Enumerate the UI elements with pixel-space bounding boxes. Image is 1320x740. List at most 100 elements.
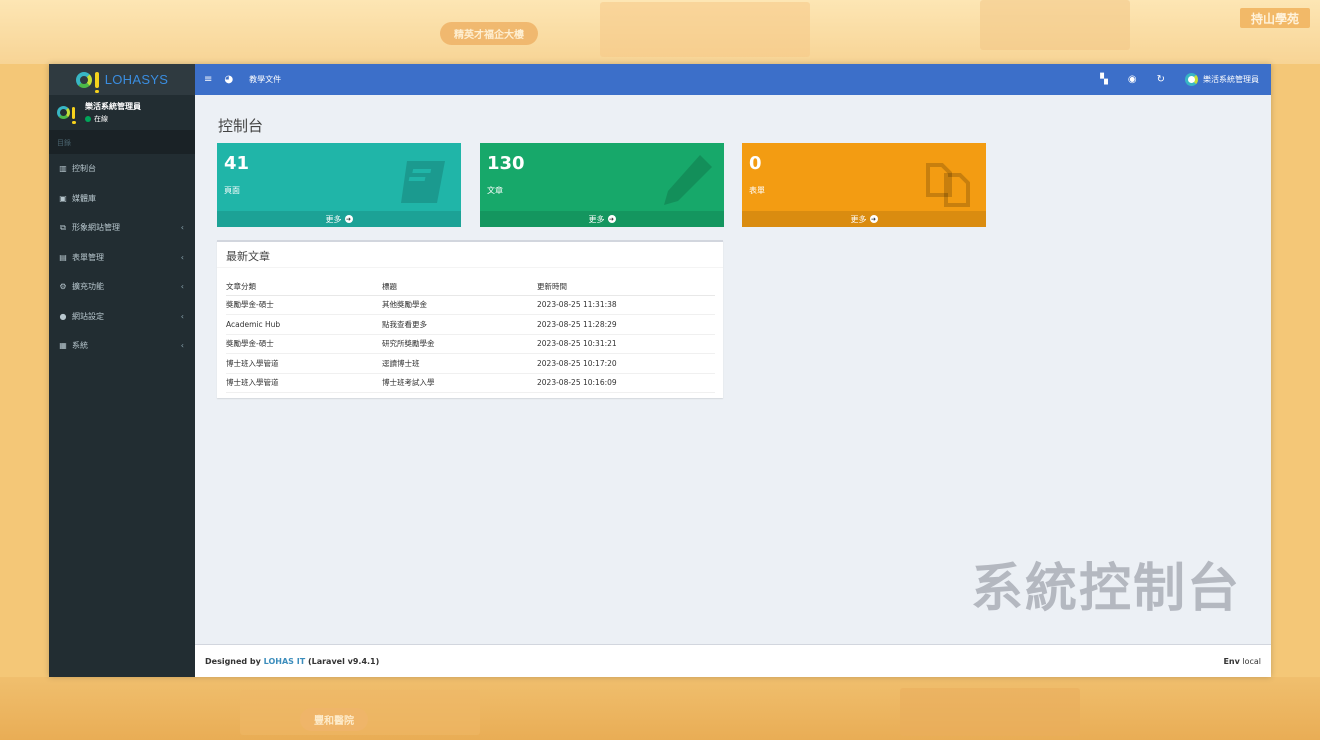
- chevron-left-icon: ‹: [180, 311, 184, 321]
- stat-count: 41: [224, 153, 250, 174]
- more-label: 更多: [850, 214, 867, 224]
- stat-box-articles: 130 文章 更多 ➜: [480, 143, 724, 227]
- stat-label: 頁面: [224, 186, 240, 195]
- topbar-user-menu[interactable]: 樂活系統管理員: [1185, 73, 1259, 86]
- table-row[interactable]: 獎勵學金-碩士 研究所獎勵學金 2023-08-25 10:31:21: [226, 334, 715, 354]
- stat-label: 文章: [487, 186, 503, 195]
- cell-title[interactable]: 博士班考試入學: [382, 373, 537, 393]
- sidebar-item-label: 系統: [72, 341, 88, 351]
- files-icon: [926, 163, 970, 207]
- lohas-logo-icon: [75, 71, 99, 93]
- cell-title[interactable]: 研究所獎勵學金: [382, 334, 537, 354]
- corner-badge: 持山學苑: [1240, 8, 1310, 28]
- more-label: 更多: [588, 214, 605, 224]
- stat-more-link[interactable]: 更多 ➜: [742, 211, 986, 227]
- pencil-icon: [664, 155, 712, 205]
- sidebar-item-media[interactable]: ▣ 媒體庫: [49, 184, 195, 214]
- stat-more-link[interactable]: 更多 ➜: [480, 211, 724, 227]
- globe-icon: ●: [59, 311, 67, 321]
- env-indicator: Env local: [1223, 657, 1261, 666]
- cell-title[interactable]: 逕讀博士班: [382, 353, 537, 374]
- table-row[interactable]: 博士班入學管道 博士班考試入學 2023-08-25 10:16:09: [226, 373, 715, 393]
- app-footer: Designed by LOHAS IT (Laravel v9.4.1) En…: [195, 644, 1271, 677]
- column-header: 文章分類: [226, 278, 382, 296]
- footer-company-link[interactable]: LOHAS IT: [264, 657, 305, 666]
- stat-count: 0: [749, 153, 762, 174]
- sidebar: LOHASYS 樂活系統管理員 在線 目錄 ▥ 控制台 ▣ 媒體庫 ⧉ 形象網站…: [49, 64, 195, 677]
- card-title: 最新文章: [217, 242, 723, 268]
- user-panel: 樂活系統管理員 在線: [49, 95, 195, 130]
- table-row[interactable]: 博士班入學管道 逕讀博士班 2023-08-25 10:17:20: [226, 353, 715, 374]
- cell-category: 獎勵學金-碩士: [226, 295, 382, 315]
- cell-category: Academic Hub: [226, 314, 382, 335]
- doc-link[interactable]: 教學文件: [249, 74, 281, 85]
- cell-updated: 2023-08-25 10:17:20: [537, 353, 715, 374]
- main-content: 控制台 41 頁面 更多 ➜ 130 文章 更多 ➜ 0 表單 更多 ➜ 最新文…: [195, 95, 1271, 644]
- sidebar-item-forms[interactable]: ▤ 表單管理 ‹: [49, 243, 195, 273]
- menu-toggle-icon[interactable]: ≡: [204, 74, 212, 85]
- theme-icon[interactable]: ◉: [1128, 74, 1137, 85]
- sidebar-item-label: 形象網站管理: [72, 223, 120, 233]
- sidebar-item-system[interactable]: ▦ 系統 ‹: [49, 331, 195, 361]
- latest-articles-table: 文章分類 標題 更新時間 獎勵學金-碩士 其他獎勵學金 2023-08-25 1…: [226, 278, 715, 393]
- cell-title[interactable]: 其他獎勵學金: [382, 295, 537, 315]
- cell-category: 博士班入學管道: [226, 373, 382, 393]
- user-status-text: 在線: [94, 115, 108, 123]
- sidebar-item-label: 媒體庫: [72, 193, 96, 203]
- topbar-user-name: 樂活系統管理員: [1203, 75, 1259, 84]
- user-name: 樂活系統管理員: [85, 102, 141, 111]
- admin-app: LOHASYS 樂活系統管理員 在線 目錄 ▥ 控制台 ▣ 媒體庫 ⧉ 形象網站…: [49, 64, 1271, 677]
- book-icon: [401, 161, 445, 203]
- cogs-icon: ⚙: [59, 282, 67, 292]
- stat-more-link[interactable]: 更多 ➜: [217, 211, 461, 227]
- sidebar-item-extensions[interactable]: ⚙ 擴充功能 ‹: [49, 272, 195, 302]
- image-icon: ▣: [59, 193, 67, 203]
- chevron-left-icon: ‹: [180, 341, 184, 351]
- brand-name: LOHASYS: [104, 72, 169, 87]
- brand-logo-link[interactable]: LOHASYS: [49, 64, 195, 95]
- cell-updated: 2023-08-25 11:31:38: [537, 295, 715, 315]
- column-header: 更新時間: [537, 278, 715, 296]
- column-header: 標題: [382, 278, 537, 296]
- chevron-left-icon: ‹: [180, 223, 184, 233]
- sidebar-item-dashboard[interactable]: ▥ 控制台: [49, 154, 195, 184]
- sidebar-item-label: 控制台: [72, 164, 96, 174]
- sidebar-item-label: 擴充功能: [72, 282, 104, 292]
- globe-icon[interactable]: ◕: [224, 74, 233, 85]
- refresh-icon[interactable]: ↻: [1157, 74, 1165, 85]
- sidebar-item-label: 網站設定: [72, 311, 104, 321]
- sidebar-item-site-settings[interactable]: ● 網站設定 ‹: [49, 302, 195, 332]
- sidebar-item-label: 表單管理: [72, 252, 104, 262]
- cell-category: 博士班入學管道: [226, 353, 382, 374]
- table-row[interactable]: 獎勵學金-碩士 其他獎勵學金 2023-08-25 11:31:38: [226, 295, 715, 315]
- background-bottom: [0, 677, 1320, 740]
- cell-updated: 2023-08-25 10:16:09: [537, 373, 715, 393]
- avatar: [1185, 73, 1198, 86]
- bg-sign-top: 精英才福企大樓: [440, 22, 538, 45]
- table-header-row: 文章分類 標題 更新時間: [226, 278, 715, 296]
- user-avatar-icon: [57, 106, 76, 124]
- copy-icon: ⧉: [60, 222, 66, 232]
- latest-articles-card: 最新文章 文章分類 標題 更新時間 獎勵學金-碩士 其他獎勵學金 2023-08…: [217, 240, 723, 398]
- chevron-left-icon: ‹: [180, 252, 184, 262]
- stat-box-forms: 0 表單 更多 ➜: [742, 143, 986, 227]
- language-icon[interactable]: ▚: [1100, 74, 1108, 85]
- footer-prefix: Designed by: [205, 656, 261, 666]
- list-alt-icon: ▤: [59, 252, 67, 262]
- chevron-left-icon: ‹: [180, 282, 184, 292]
- nav-header: 目錄: [49, 130, 195, 154]
- footer-version: (Laravel v9.4.1): [307, 656, 380, 666]
- bg-sign-bottom: 豐和醫院: [300, 708, 368, 731]
- bg-building: [980, 0, 1130, 50]
- server-icon: ▦: [59, 341, 67, 351]
- more-label: 更多: [325, 214, 342, 224]
- cell-title[interactable]: 點我查看更多: [382, 314, 537, 335]
- sidebar-item-website[interactable]: ⧉ 形象網站管理 ‹: [49, 213, 195, 243]
- table-row[interactable]: Academic Hub 點我查看更多 2023-08-25 11:28:29: [226, 314, 715, 335]
- page-title: 控制台: [218, 117, 264, 135]
- cell-updated: 2023-08-25 10:31:21: [537, 334, 715, 354]
- arrow-circle-right-icon: ➜: [869, 215, 878, 223]
- online-dot-icon: [85, 116, 91, 122]
- stat-box-pages: 41 頁面 更多 ➜: [217, 143, 461, 227]
- bg-building: [600, 2, 810, 57]
